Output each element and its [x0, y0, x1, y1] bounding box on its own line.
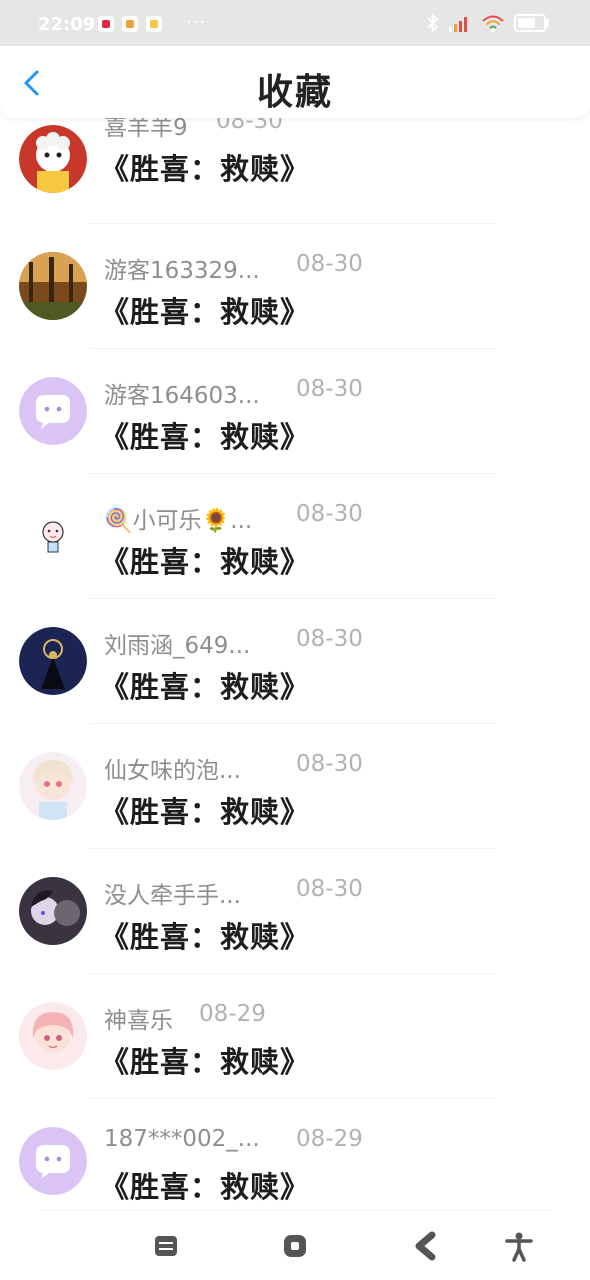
list-item[interactable]: 仙女味的泡... 08-30 《胜喜：救赎》	[0, 726, 590, 851]
night-avatar[interactable]	[19, 627, 87, 695]
signal-icon	[449, 17, 467, 32]
post-date: 08-29	[199, 1001, 266, 1027]
list-item[interactable]: 🍭小可乐🌻... 08-30 《胜喜：救赎》	[0, 476, 590, 601]
collection-title[interactable]: 《胜喜：救赎》	[100, 146, 310, 188]
list-item[interactable]: 没人牵手手... 08-30 《胜喜：救赎》	[0, 851, 590, 976]
favorites-list: 喜羊羊9 08-30 《胜喜：救赎》 游客163329... 08-30 《胜喜…	[0, 118, 590, 1210]
list-item[interactable]: 神喜乐 08-29 《胜喜：救赎》	[0, 976, 590, 1101]
doodle-avatar[interactable]	[19, 502, 87, 570]
divider	[90, 1098, 495, 1099]
list-item[interactable]: 游客163329... 08-30 《胜喜：救赎》	[0, 226, 590, 351]
anime-girl-avatar[interactable]	[19, 752, 87, 820]
notification-icon	[98, 16, 114, 32]
divider	[40, 1210, 550, 1211]
page-title: 收藏	[256, 72, 333, 113]
dark-anime-avatar[interactable]	[19, 877, 87, 945]
divider	[90, 473, 495, 474]
wifi-icon	[482, 15, 504, 32]
landscape-avatar[interactable]	[19, 252, 87, 320]
divider	[90, 348, 495, 349]
collection-title[interactable]: 《胜喜：救赎》	[100, 414, 310, 456]
username: 187***002_...	[104, 1126, 260, 1152]
notification-icons	[98, 16, 162, 32]
menu-icon[interactable]	[150, 1230, 182, 1262]
post-date: 08-30	[296, 751, 363, 777]
default-chat-avatar[interactable]	[19, 377, 87, 445]
post-date: 08-30	[296, 251, 363, 277]
divider	[90, 723, 495, 724]
divider	[90, 848, 495, 849]
collection-title[interactable]: 《胜喜：救赎》	[100, 664, 310, 706]
divider	[90, 598, 495, 599]
username: 没人牵手手...	[104, 883, 241, 909]
post-date: 08-30	[296, 376, 363, 402]
default-chat-avatar[interactable]	[19, 1127, 87, 1195]
back-icon[interactable]	[410, 1230, 442, 1262]
post-date: 08-30	[296, 876, 363, 902]
status-bar: 22:09 ···	[0, 0, 590, 46]
username: 刘雨涵_649...	[104, 633, 251, 659]
username: 神喜乐	[104, 1008, 173, 1034]
more-notifications-icon: ···	[186, 12, 207, 33]
collection-title[interactable]: 《胜喜：救赎》	[100, 914, 310, 956]
status-time: 22:09	[38, 14, 96, 35]
collection-title[interactable]: 《胜喜：救赎》	[100, 539, 310, 581]
username: 喜羊羊9	[104, 118, 188, 141]
username: 游客163329...	[104, 258, 260, 284]
collection-title[interactable]: 《胜喜：救赎》	[100, 1039, 310, 1081]
accessibility-icon[interactable]	[503, 1230, 535, 1262]
collection-title[interactable]: 《胜喜：救赎》	[100, 789, 310, 831]
username: 🍭小可乐🌻...	[104, 508, 253, 534]
username: 游客164603...	[104, 383, 260, 409]
username: 仙女味的泡...	[104, 758, 241, 784]
list-item[interactable]: 187***002_... 08-29 《胜喜：救赎》	[0, 1101, 590, 1210]
battery-icon	[514, 14, 549, 32]
cartoon-avatar[interactable]	[19, 125, 87, 193]
list-item[interactable]: 刘雨涵_649... 08-30 《胜喜：救赎》	[0, 601, 590, 726]
post-date: 08-30	[216, 118, 283, 134]
bluetooth-icon	[427, 13, 439, 33]
divider	[90, 973, 495, 974]
notification-icon	[122, 16, 138, 32]
system-icons	[427, 13, 549, 33]
divider	[90, 223, 495, 224]
collection-title[interactable]: 《胜喜：救赎》	[100, 1164, 310, 1206]
post-date: 08-30	[296, 501, 363, 527]
pink-anime-avatar[interactable]	[19, 1002, 87, 1070]
notification-icon	[146, 16, 162, 32]
collection-title[interactable]: 《胜喜：救赎》	[100, 289, 310, 331]
post-date: 08-29	[296, 1126, 363, 1152]
list-item[interactable]: 游客164603... 08-30 《胜喜：救赎》	[0, 351, 590, 476]
home-icon[interactable]	[279, 1230, 311, 1262]
list-item[interactable]: 喜羊羊9 08-30 《胜喜：救赎》	[0, 118, 590, 226]
system-nav-bar	[0, 1210, 590, 1280]
app-header: 收藏	[0, 46, 590, 118]
post-date: 08-30	[296, 626, 363, 652]
